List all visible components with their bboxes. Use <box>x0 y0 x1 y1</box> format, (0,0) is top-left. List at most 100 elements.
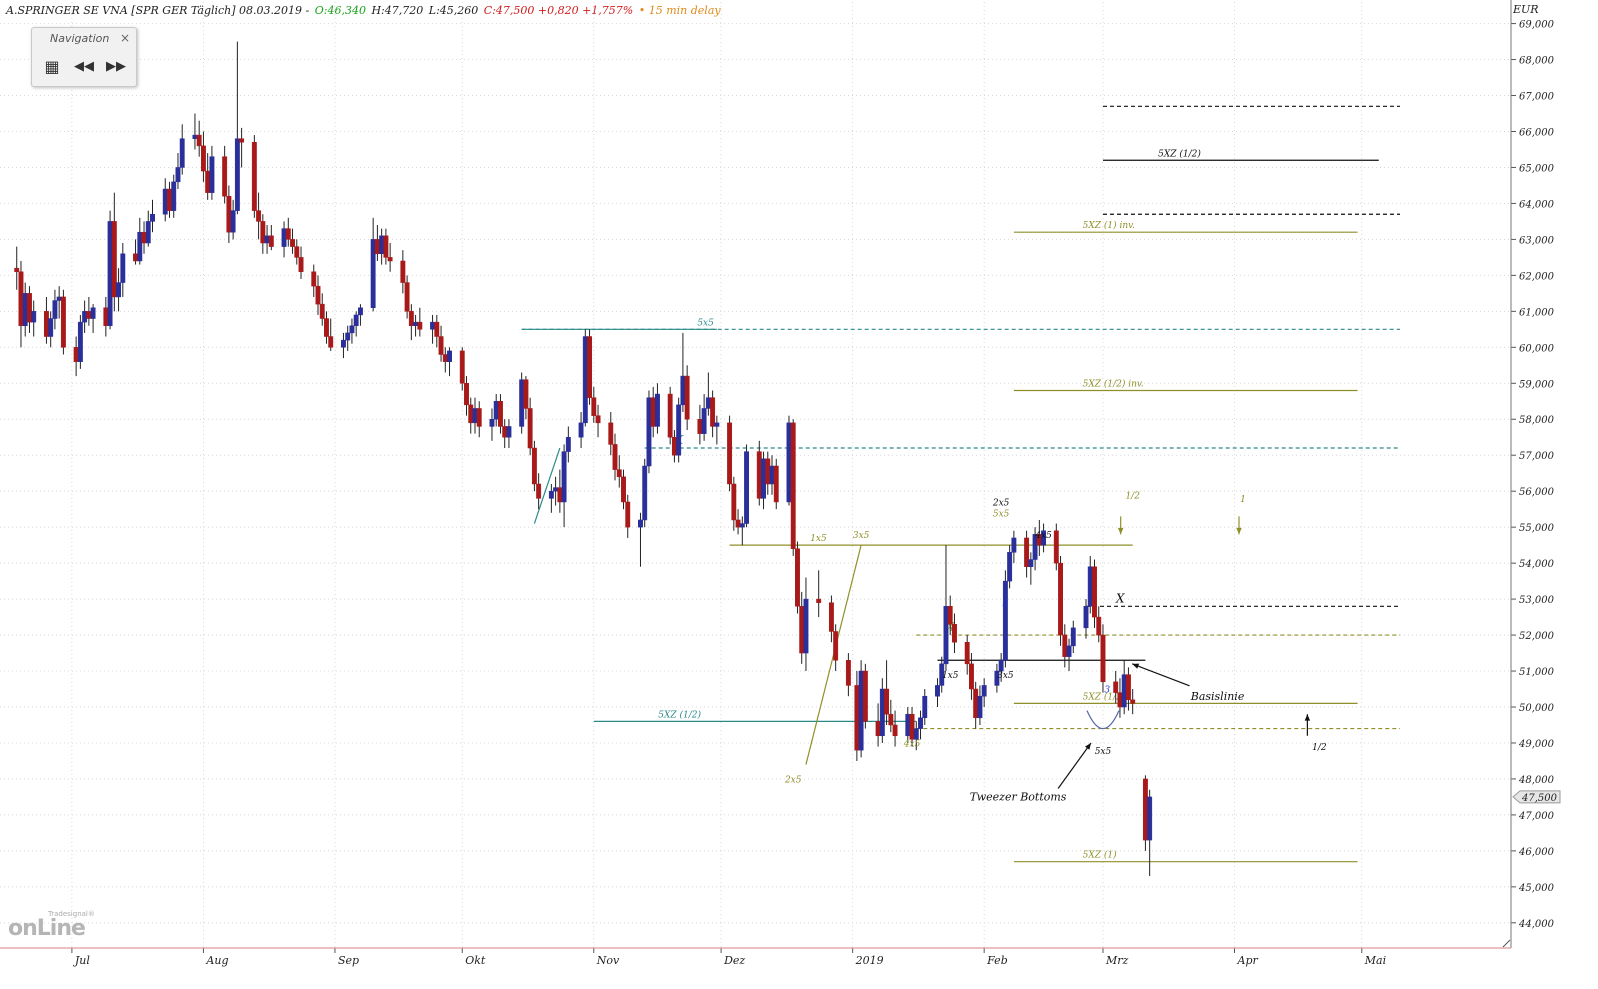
rewind-icon[interactable]: ◀◀ <box>70 56 98 78</box>
candle-up <box>858 670 864 751</box>
candle-down <box>298 257 304 273</box>
current-price-label: 47,500 <box>1521 793 1558 804</box>
candle-up <box>646 397 652 467</box>
y-tick-label: 62,000 <box>1519 271 1555 282</box>
candle-down <box>27 293 32 323</box>
candle-down <box>294 246 300 258</box>
candle-down <box>591 397 597 416</box>
candle-up <box>943 606 949 665</box>
candle-down <box>616 469 622 478</box>
basislinie-arrow-head <box>1132 663 1140 669</box>
candle-up <box>162 188 168 215</box>
y-tick-label: 66,000 <box>1519 127 1555 138</box>
candle-down <box>497 401 503 427</box>
candle-up <box>561 451 567 503</box>
level-label: 5x5 <box>697 318 714 328</box>
candle-down <box>557 487 563 503</box>
chart-canvas[interactable]: 5XZ (1/2) 5XZ (1) inv. 5x5 5XZ (1/2) inv. X 1… <box>0 0 1598 989</box>
candle-down <box>290 239 295 247</box>
candle-down <box>973 688 979 719</box>
level-label: 5XZ (1) <box>1083 850 1117 861</box>
candle-down <box>731 483 737 521</box>
candle-up <box>1083 606 1089 629</box>
candle-up <box>761 458 766 499</box>
grid-layer <box>0 2 1511 948</box>
candle-down <box>1062 634 1068 657</box>
tweezer-cup <box>1086 710 1120 730</box>
candle-up <box>803 598 809 654</box>
close-icon[interactable]: × <box>120 31 130 45</box>
resize-corner-icon <box>1502 939 1511 948</box>
candle-down <box>319 303 325 319</box>
target-one-arrow-head <box>1236 527 1242 535</box>
y-tick-label: 45,000 <box>1518 883 1555 894</box>
fast-forward-icon[interactable]: ▶▶ <box>102 56 130 78</box>
level-label: 1x5 <box>810 534 827 544</box>
candle-up <box>1002 580 1008 661</box>
candle-up <box>714 422 720 427</box>
candle-down <box>625 501 631 528</box>
candle-down <box>727 422 733 485</box>
candle-down <box>328 336 334 348</box>
candle-down <box>650 397 656 427</box>
candle-down <box>1117 692 1123 708</box>
x-tick-label: Sep <box>338 954 359 967</box>
candle-down <box>311 271 317 287</box>
candle-up <box>705 397 711 409</box>
candle-down <box>400 260 406 283</box>
candle-up <box>786 422 792 503</box>
candle-down <box>1100 634 1106 683</box>
candle-up <box>175 167 181 183</box>
candle-down <box>523 379 529 409</box>
candle-down <box>587 336 593 398</box>
axis-layer: 44,000 45,000 46,000 47,000 48,000 49,000 50,0… <box>0 0 1561 967</box>
annotation-label: Tweezer Bottoms <box>970 791 1067 804</box>
candle-up <box>77 321 83 362</box>
basislinie-arrow <box>1131 663 1190 687</box>
candle-down <box>527 408 533 449</box>
candle-down <box>952 624 957 643</box>
y-tick-label: 68,000 <box>1519 56 1555 67</box>
candle-down <box>315 285 321 305</box>
candle-down <box>408 311 414 326</box>
candle-down <box>795 548 800 607</box>
candle-down <box>404 282 410 312</box>
y-tick-label: 67,000 <box>1519 92 1555 103</box>
candle-up <box>56 296 62 301</box>
annotation-label: 1x5 <box>942 671 959 681</box>
y-tick-label: 60,000 <box>1519 343 1555 354</box>
x-tick-label: Aug <box>205 954 228 967</box>
candle-up <box>264 235 270 244</box>
candle-up <box>31 311 37 323</box>
candle-down <box>502 426 508 438</box>
candle-up <box>548 490 554 499</box>
grid-icon[interactable]: ▦ <box>38 56 66 78</box>
candle-up <box>107 221 113 326</box>
y-tick-label: 52,000 <box>1519 631 1555 642</box>
candle-down <box>476 408 482 427</box>
candle-up <box>1066 645 1072 657</box>
candle-down <box>909 713 915 740</box>
candle-up <box>879 688 885 737</box>
candle-up <box>447 350 452 362</box>
candle-up <box>472 408 478 424</box>
navigation-panel[interactable]: Navigation × ▦ ◀◀ ▶▶ <box>31 27 137 87</box>
candle-up <box>489 418 495 427</box>
annotation-label: Basislinie <box>1190 690 1245 703</box>
candle-down <box>383 235 389 258</box>
candle-down <box>200 145 206 172</box>
annotation-label: 1/2 <box>1312 743 1327 753</box>
candle-up <box>935 685 940 697</box>
candle-down <box>1096 616 1102 636</box>
tweezer-arrow <box>1057 742 1092 789</box>
candle-down <box>862 670 868 722</box>
y-tick-label: 49,000 <box>1518 739 1555 750</box>
candle-down <box>222 156 228 197</box>
y-tick-label: 48,000 <box>1518 775 1555 786</box>
candle-down <box>86 311 92 319</box>
annotation-label: 2x5 <box>784 776 802 786</box>
candle-down <box>1053 530 1059 564</box>
candle-up <box>353 314 359 326</box>
y-tick-label: 59,000 <box>1519 379 1555 390</box>
candle-down <box>964 642 970 665</box>
